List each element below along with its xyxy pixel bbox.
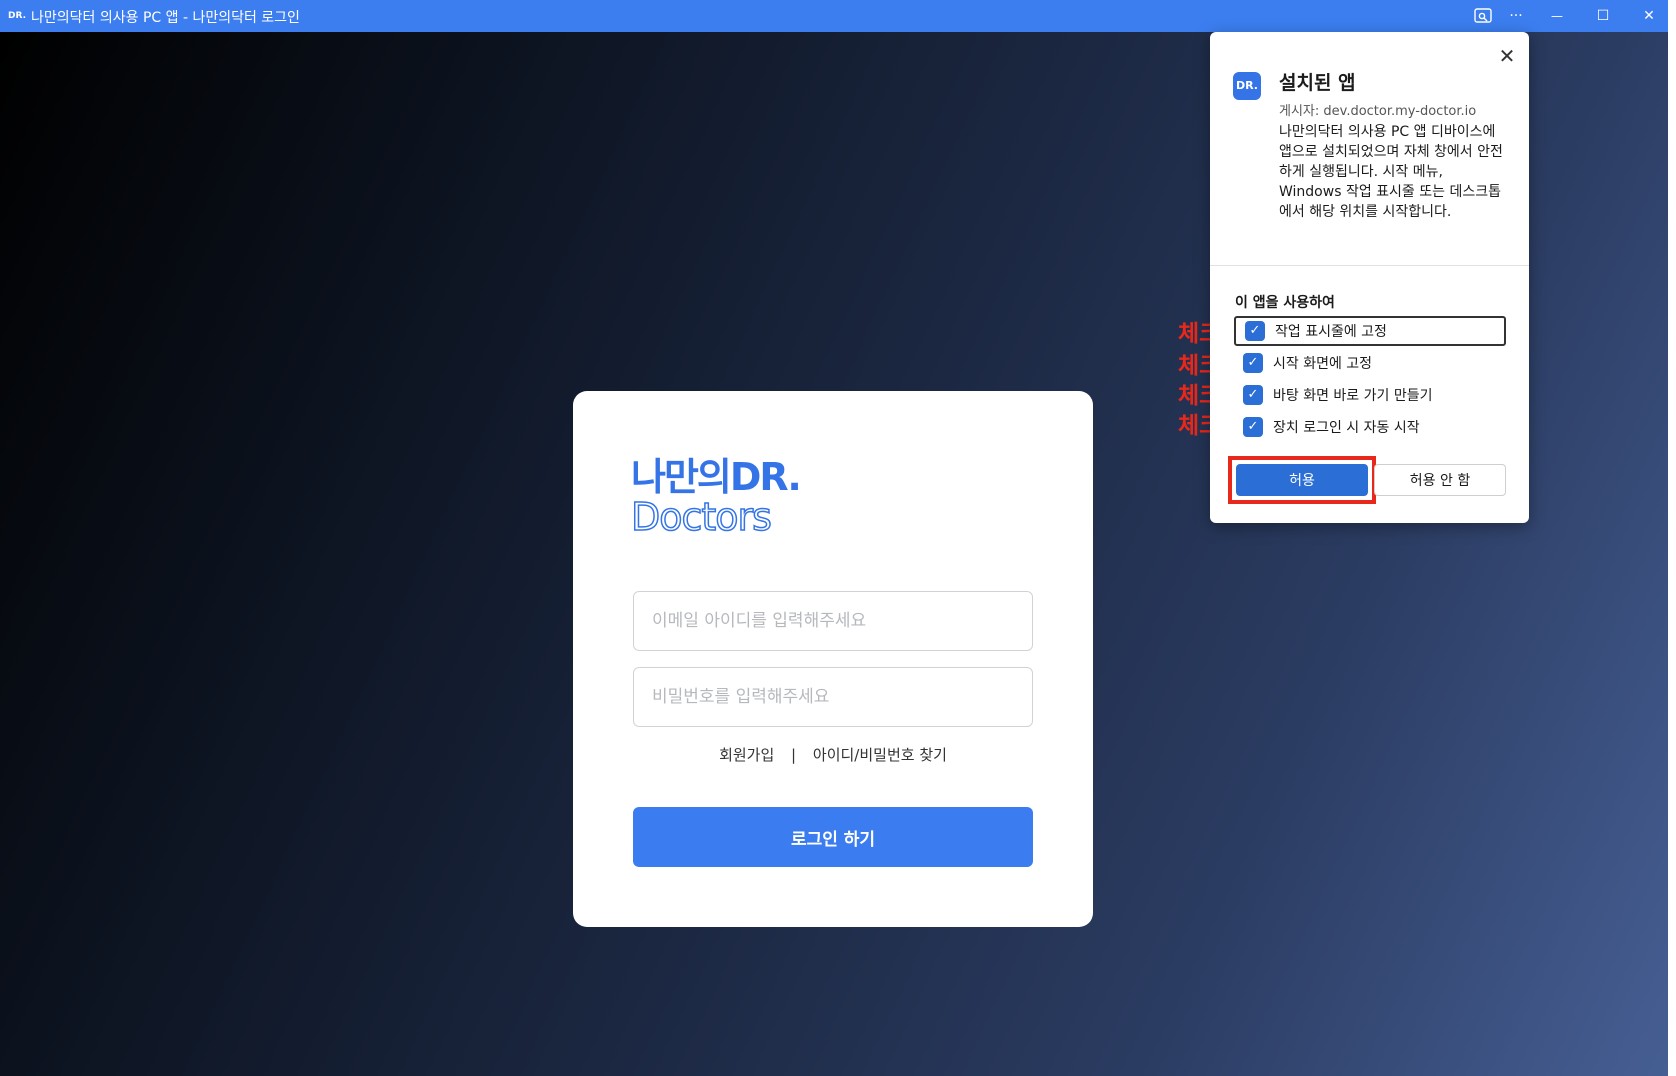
option-label: 시작 화면에 고정 [1273,356,1373,372]
brand-logo-doctors: Doctors [630,494,772,540]
option-label: 작업 표시줄에 고정 [1275,324,1387,340]
login-card: 나만의DR. Doctors 회원가입 | 아이디/비밀번호 찾기 로그인 하기 [573,391,1093,927]
maximize-button[interactable]: ☐ [1580,0,1626,32]
email-input[interactable] [633,591,1033,651]
more-icon: ··· [1509,8,1523,24]
close-icon: ✕ [1643,8,1655,24]
installed-app-popup: ✕ DR. 설치된 앱 게시자: dev.doctor.my-doctor.io… [1210,32,1529,523]
option-desktop-shortcut[interactable]: ✓ 바탕 화면 바로 가기 만들기 [1234,380,1506,410]
signup-link[interactable]: 회원가입 [719,744,774,765]
divider [1210,265,1529,266]
app-window: DR. 나만의닥터 의사용 PC 앱 - 나만의닥터 로그인 ··· — ☐ ✕… [0,0,1676,1076]
app-logo-icon: DR. [8,11,26,21]
allow-button[interactable]: 허용 [1236,464,1368,496]
popup-title: 설치된 앱 [1279,72,1356,94]
checkbox-checked-icon[interactable]: ✓ [1243,353,1263,373]
window-edge [1668,0,1676,1076]
options-heading: 이 앱을 사용하여 [1235,295,1335,311]
option-auto-start[interactable]: ✓ 장치 로그인 시 자동 시작 [1234,412,1506,442]
title-bar: DR. 나만의닥터 의사용 PC 앱 - 나만의닥터 로그인 ··· — ☐ ✕ [0,0,1676,32]
minimize-button[interactable]: — [1534,0,1580,32]
deny-button[interactable]: 허용 안 함 [1374,464,1506,496]
more-options-button[interactable]: ··· [1493,0,1539,32]
checkbox-checked-icon[interactable]: ✓ [1243,385,1263,405]
option-label: 장치 로그인 시 자동 시작 [1273,420,1420,436]
publisher-text: 게시자: dev.doctor.my-doctor.io [1279,104,1477,119]
popup-description: 나만의닥터 의사용 PC 앱 디바이스에 앱으로 설치되었으며 자체 창에서 안… [1279,124,1503,220]
option-label: 바탕 화면 바로 가기 만들기 [1273,388,1433,404]
option-pin-start[interactable]: ✓ 시작 화면에 고정 [1234,348,1506,378]
link-separator: | [791,746,797,764]
cast-icon-graphic [1474,8,1492,23]
close-icon: ✕ [1498,44,1516,68]
login-button[interactable]: 로그인 하기 [633,807,1033,867]
app-icon: DR. [1233,72,1261,100]
checkbox-checked-icon[interactable]: ✓ [1243,417,1263,437]
option-pin-taskbar[interactable]: ✓ 작업 표시줄에 고정 [1234,316,1506,346]
checkbox-checked-icon[interactable]: ✓ [1245,321,1265,341]
maximize-icon: ☐ [1596,8,1610,24]
minimize-icon: — [1551,9,1563,23]
password-input[interactable] [633,667,1033,727]
close-window-button[interactable]: ✕ [1626,0,1672,32]
account-links: 회원가입 | 아이디/비밀번호 찾기 [633,744,1033,765]
close-popup-button[interactable]: ✕ [1497,46,1517,66]
brand-logo: 나만의DR. [631,455,802,499]
find-account-link[interactable]: 아이디/비밀번호 찾기 [813,744,947,765]
window-title: 나만의닥터 의사용 PC 앱 - 나만의닥터 로그인 [31,10,300,26]
